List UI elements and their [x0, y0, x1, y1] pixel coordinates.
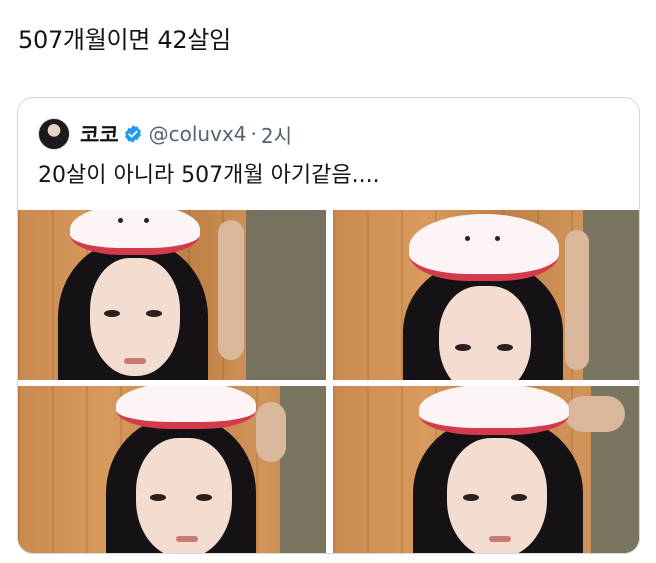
quoted-tweet-card[interactable]: 코코 @coluvx4 · 2시 20살이 아니라 507개월 아기같음.... — [17, 97, 640, 554]
verified-badge-icon — [124, 125, 141, 143]
separator: · — [250, 122, 257, 146]
quoted-tweet-text: 20살이 아니라 507개월 아기같음.... — [38, 163, 380, 188]
quoted-tweet-header: 코코 @coluvx4 · 2시 — [38, 118, 292, 150]
photo-1[interactable] — [18, 210, 326, 380]
timestamp[interactable]: 2시 — [261, 120, 292, 149]
avatar[interactable] — [38, 118, 70, 150]
display-name[interactable]: 코코 — [80, 119, 119, 149]
media-grid — [18, 210, 639, 553]
photo-3[interactable] — [18, 386, 326, 553]
post-text: 507개월이면 42살임 — [18, 26, 231, 54]
photo-4[interactable] — [333, 386, 639, 553]
handle[interactable]: @coluvx4 — [149, 122, 247, 146]
photo-2[interactable] — [333, 210, 639, 380]
